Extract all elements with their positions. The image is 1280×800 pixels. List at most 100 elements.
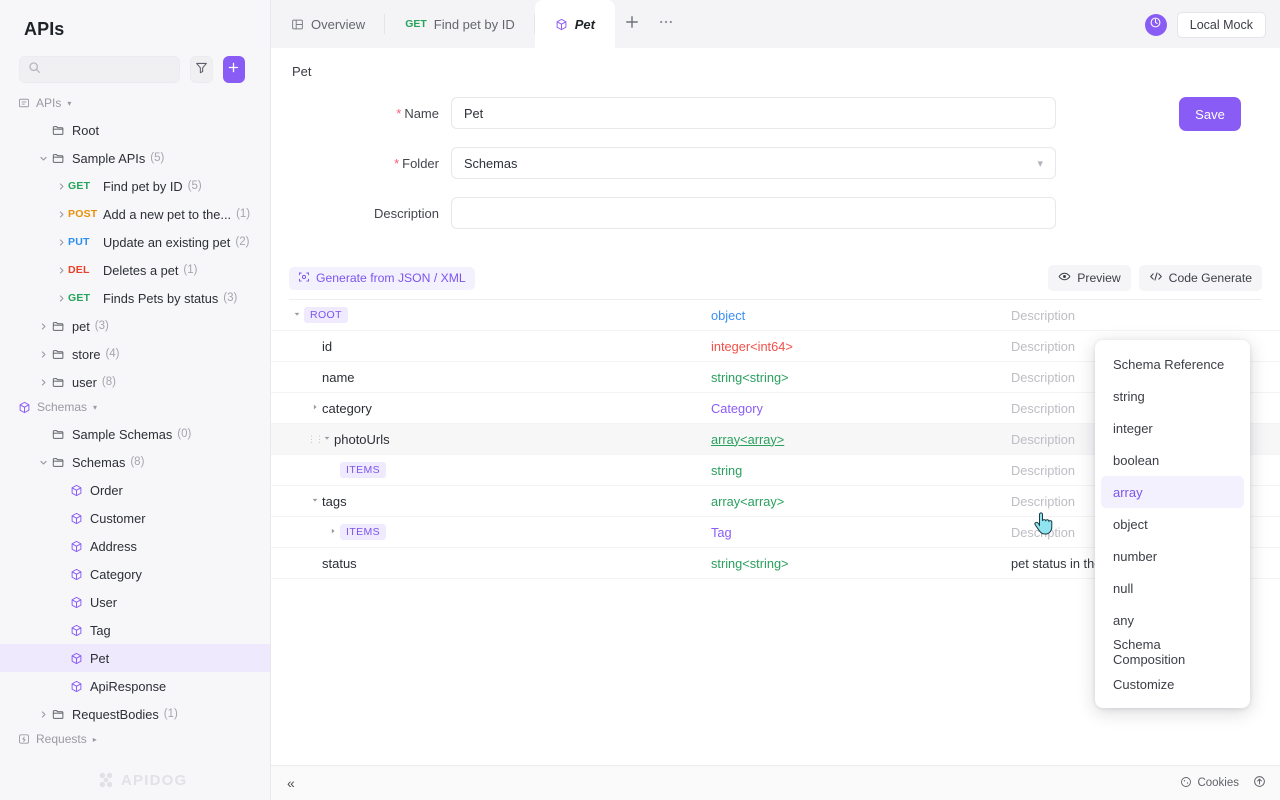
schema-field-name[interactable]: name bbox=[322, 370, 355, 385]
type-option-boolean[interactable]: boolean bbox=[1101, 444, 1244, 476]
sidebar-group-apis[interactable]: APIs ▾ bbox=[0, 92, 270, 114]
tab-pet[interactable]: Pet bbox=[534, 0, 615, 48]
type-option-schema-composition[interactable]: Schema Composition bbox=[1101, 636, 1244, 668]
sidebar-item-label: Schemas bbox=[72, 454, 126, 470]
type-option-customize[interactable]: Customize bbox=[1101, 668, 1244, 700]
schema-field-type[interactable]: object bbox=[711, 308, 1011, 323]
filter-button[interactable] bbox=[190, 56, 213, 83]
tab-overview[interactable]: Overview bbox=[271, 0, 386, 48]
schema-row[interactable]: ROOT object Description bbox=[271, 300, 1280, 331]
sidebar-item-store[interactable]: store (4) bbox=[0, 340, 270, 368]
chevron-right-icon[interactable] bbox=[54, 266, 68, 275]
chevron-right-icon[interactable] bbox=[36, 378, 50, 387]
chevron-down-icon[interactable] bbox=[289, 310, 304, 320]
type-option-schema-reference[interactable]: Schema Reference bbox=[1101, 348, 1244, 380]
sidebar-item-deletes-a-pet[interactable]: DEL Deletes a pet (1) bbox=[0, 256, 270, 284]
chevron-down-icon[interactable] bbox=[36, 458, 50, 467]
save-button[interactable]: Save bbox=[1179, 97, 1241, 131]
mock-indicator[interactable] bbox=[1144, 14, 1167, 36]
chevron-right-icon[interactable] bbox=[54, 182, 68, 191]
schema-field-name[interactable]: status bbox=[322, 556, 357, 571]
chevron-right-icon[interactable] bbox=[36, 710, 50, 719]
sidebar-item-add-a-new-pet-to-the[interactable]: POST Add a new pet to the... (1) bbox=[0, 200, 270, 228]
schema-field-type[interactable]: integer<int64> bbox=[711, 339, 1011, 354]
folder-field[interactable]: Schemas ▾ bbox=[451, 147, 1056, 179]
chevron-right-icon[interactable] bbox=[54, 210, 68, 219]
collapse-icon[interactable]: « bbox=[287, 775, 295, 791]
chevron-down-icon[interactable] bbox=[319, 434, 334, 444]
name-field[interactable]: Pet bbox=[451, 97, 1056, 129]
drag-handle-icon[interactable]: ⋮⋮ bbox=[307, 434, 324, 443]
sidebar-group-schemas[interactable]: Schemas ▾ bbox=[0, 396, 270, 418]
upload-button[interactable] bbox=[1253, 775, 1266, 791]
sidebar-item-schemas[interactable]: Schemas (8) bbox=[0, 448, 270, 476]
generate-from-json-xml-button[interactable]: Generate from JSON / XML bbox=[289, 266, 475, 290]
more-tabs-button[interactable] bbox=[649, 0, 683, 48]
form-row-description: Description bbox=[271, 197, 1280, 229]
sidebar-item-address[interactable]: Address bbox=[0, 532, 270, 560]
add-button[interactable] bbox=[222, 56, 245, 83]
sidebar-item-apiresponse[interactable]: ApiResponse bbox=[0, 672, 270, 700]
tab-label: Pet bbox=[574, 16, 595, 32]
description-field[interactable] bbox=[451, 197, 1056, 229]
sidebar-item-sample-apis[interactable]: Sample APIs (5) bbox=[0, 144, 270, 172]
schema-field-name[interactable]: category bbox=[322, 401, 372, 416]
mock-environment-select[interactable]: Local Mock bbox=[1176, 12, 1266, 38]
schema-row-name-cell: ROOT bbox=[271, 307, 711, 323]
type-option-null[interactable]: null bbox=[1101, 572, 1244, 604]
search-input[interactable] bbox=[41, 62, 172, 77]
chevron-right-icon[interactable] bbox=[36, 350, 50, 359]
sidebar-item-pet[interactable]: Pet bbox=[0, 644, 270, 672]
schema-field-name[interactable]: tags bbox=[322, 494, 347, 509]
sidebar-group-requests[interactable]: Requests ▸ bbox=[0, 728, 270, 750]
sidebar-item-user[interactable]: user (8) bbox=[0, 368, 270, 396]
schema-field-type[interactable]: Tag bbox=[711, 525, 1011, 540]
sidebar-item-find-pet-by-id[interactable]: GET Find pet by ID (5) bbox=[0, 172, 270, 200]
chevron-right-icon[interactable] bbox=[54, 238, 68, 247]
code-generate-button[interactable]: Code Generate bbox=[1138, 265, 1262, 291]
chevron-down-icon[interactable] bbox=[36, 154, 50, 163]
type-option-array[interactable]: array bbox=[1101, 476, 1244, 508]
search-box[interactable] bbox=[19, 56, 181, 83]
type-option-object[interactable]: object bbox=[1101, 508, 1244, 540]
sidebar-item-label: Update an existing pet bbox=[103, 234, 231, 250]
chevron-right-icon[interactable] bbox=[325, 527, 340, 537]
schema-field-type[interactable]: array<array> bbox=[711, 432, 1011, 447]
apis-icon bbox=[18, 97, 30, 109]
schema-field-type[interactable]: array<array> bbox=[711, 494, 1011, 509]
schema-field-type[interactable]: Category bbox=[711, 401, 1011, 416]
sidebar-item-finds-pets-by-status[interactable]: GET Finds Pets by status (3) bbox=[0, 284, 270, 312]
schema-field-name[interactable]: photoUrls bbox=[334, 432, 390, 447]
type-option-number[interactable]: number bbox=[1101, 540, 1244, 572]
chevron-right-icon[interactable] bbox=[36, 322, 50, 331]
tab-find-pet-by-id[interactable]: GET Find pet by ID bbox=[385, 0, 535, 48]
http-method-badge: GET bbox=[68, 292, 91, 304]
sidebar-item-user[interactable]: User bbox=[0, 588, 270, 616]
type-option-any[interactable]: any bbox=[1101, 604, 1244, 636]
sidebar-item-count: (3) bbox=[94, 320, 109, 332]
schema-field-type[interactable]: string<string> bbox=[711, 556, 1011, 571]
schema-field-type[interactable]: string<string> bbox=[711, 370, 1011, 385]
tab-bar: Overview GET Find pet by ID Pet Local Mock bbox=[271, 0, 1280, 48]
cookies-button[interactable]: Cookies bbox=[1180, 776, 1239, 791]
sidebar-item-pet[interactable]: pet (3) bbox=[0, 312, 270, 340]
sidebar-item-customer[interactable]: Customer bbox=[0, 504, 270, 532]
sidebar-item-order[interactable]: Order bbox=[0, 476, 270, 504]
schema-row-name-cell: name bbox=[271, 370, 711, 385]
schema-field-description[interactable]: Description bbox=[1011, 308, 1280, 323]
new-tab-button[interactable] bbox=[615, 0, 649, 48]
sidebar-item-category[interactable]: Category bbox=[0, 560, 270, 588]
type-option-integer[interactable]: integer bbox=[1101, 412, 1244, 444]
type-option-string[interactable]: string bbox=[1101, 380, 1244, 412]
sidebar-item-sample-schemas[interactable]: Sample Schemas (0) bbox=[0, 420, 270, 448]
schema-field-name[interactable]: id bbox=[322, 339, 332, 354]
sidebar-item-update-an-existing-pet[interactable]: PUT Update an existing pet (2) bbox=[0, 228, 270, 256]
chevron-down-icon[interactable] bbox=[307, 496, 322, 506]
chevron-right-icon[interactable] bbox=[307, 403, 322, 413]
sidebar-item-requestbodies[interactable]: RequestBodies (1) bbox=[0, 700, 270, 728]
preview-button[interactable]: Preview bbox=[1048, 265, 1131, 291]
sidebar-item-root[interactable]: Root bbox=[0, 116, 270, 144]
schema-field-type[interactable]: string bbox=[711, 463, 1011, 478]
chevron-right-icon[interactable] bbox=[54, 294, 68, 303]
sidebar-item-tag[interactable]: Tag bbox=[0, 616, 270, 644]
